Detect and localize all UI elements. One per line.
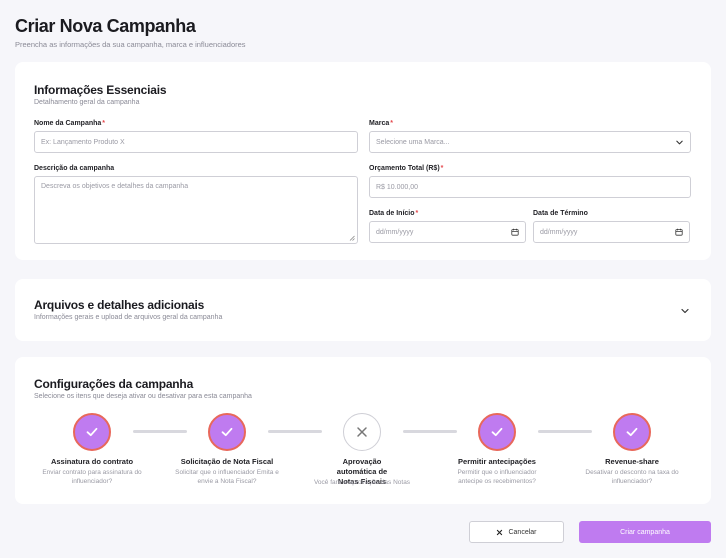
step-connector: [538, 430, 592, 433]
budget-label-text: Orçamento Total (R$): [369, 165, 440, 172]
essentials-title: Informações Essenciais: [34, 83, 167, 97]
start-date-label: Data de Início*: [369, 210, 418, 217]
step-toggle-invoice-request[interactable]: [208, 413, 246, 451]
chevron-down-icon[interactable]: [680, 303, 690, 321]
config-subtitle: Selecione os itens que deseja ativar ou …: [34, 393, 252, 400]
step-connector: [268, 430, 322, 433]
budget-label: Orçamento Total (R$)*: [369, 165, 443, 172]
step-toggle-revenue-share[interactable]: [613, 413, 651, 451]
step-connector: [133, 430, 187, 433]
step-connector: [403, 430, 457, 433]
calendar-icon[interactable]: [511, 228, 519, 236]
end-date-placeholder: dd/mm/yyyy: [540, 228, 578, 236]
step-toggle-advances[interactable]: [478, 413, 516, 451]
required-mark: *: [390, 120, 393, 127]
check-icon: [491, 427, 503, 437]
essentials-card: Informações Essenciais Detalhamento gera…: [15, 62, 711, 260]
files-subtitle: Informações gerais e upload de arquivos …: [34, 314, 223, 321]
end-date-label: Data de Término: [533, 210, 588, 217]
files-title: Arquivos e detalhes adicionais: [34, 298, 205, 312]
page-title: Criar Nova Campanha: [15, 16, 196, 36]
check-icon: [221, 427, 233, 437]
step-desc-revenue-share: Desativar o desconto na taxa do influenc…: [585, 469, 679, 485]
step-title-advances: Permitir antecipações: [458, 457, 536, 466]
x-icon: [497, 529, 503, 535]
step-desc-contract: Enviar contrato para assinatura do influ…: [42, 469, 142, 485]
step-desc-invoice-request: Solicitar que o influenciador Emita e en…: [175, 469, 279, 485]
page-header: Criar Nova Campanha Preencha as informaç…: [15, 16, 246, 49]
start-date-label-text: Data de Início: [369, 210, 415, 217]
files-card[interactable]: Arquivos e detalhes adicionais Informaçõ…: [15, 279, 711, 341]
essentials-subtitle: Detalhamento geral da campanha: [34, 99, 140, 106]
step-title-invoice-request: Solicitação de Nota Fiscal: [180, 457, 274, 466]
create-campaign-button[interactable]: Criar campanha: [579, 521, 711, 543]
check-icon: [86, 427, 98, 437]
campaign-name-label: Nome da Campanha*: [34, 120, 105, 127]
step-title-contract: Assinatura do contrato: [50, 457, 134, 466]
step-desc-advances: Permitir que o influenciador antecipe os…: [457, 469, 537, 485]
config-card: Configurações da campanha Selecione os i…: [15, 357, 711, 504]
resize-grip-icon[interactable]: [349, 235, 355, 241]
create-campaign-button-label: Criar campanha: [620, 528, 670, 536]
budget-input[interactable]: R$ 10.000,00: [369, 176, 691, 198]
description-label-text: Descrição da campanha: [34, 165, 115, 172]
required-mark: *: [415, 210, 419, 217]
description-placeholder: Descreva os objetivos e detalhes da camp…: [41, 183, 189, 190]
config-header: Configurações da campanha Selecione os i…: [34, 377, 252, 400]
calendar-icon[interactable]: [675, 228, 683, 236]
page-subtitle: Preencha as informações da sua campanha,…: [15, 40, 246, 49]
config-steps: Assinatura do contrato Enviar contrato p…: [15, 413, 711, 503]
budget-placeholder: R$ 10.000,00: [376, 183, 419, 191]
description-textarea[interactable]: Descreva os objetivos e detalhes da camp…: [34, 176, 358, 244]
required-mark: *: [440, 165, 444, 172]
description-label: Descrição da campanha: [34, 165, 114, 172]
step-toggle-auto-approval[interactable]: [343, 413, 381, 451]
files-header: Arquivos e detalhes adicionais Informaçõ…: [34, 298, 222, 321]
start-date-input[interactable]: dd/mm/yyyy: [369, 221, 526, 243]
cancel-button-label: Cancelar: [508, 528, 537, 536]
end-date-input[interactable]: dd/mm/yyyy: [533, 221, 690, 243]
brand-label-text: Marca: [369, 120, 390, 127]
brand-placeholder: Selecione uma Marca...: [376, 138, 450, 146]
end-date-label-text: Data de Término: [533, 210, 588, 217]
config-title: Configurações da campanha: [34, 377, 194, 391]
check-icon: [626, 427, 638, 437]
start-date-placeholder: dd/mm/yyyy: [376, 228, 414, 236]
x-icon: [357, 427, 367, 437]
required-mark: *: [102, 120, 106, 127]
step-toggle-contract[interactable]: [73, 413, 111, 451]
campaign-name-label-text: Nome da Campanha: [34, 120, 102, 127]
chevron-down-icon: [675, 138, 684, 147]
cancel-button[interactable]: Cancelar: [469, 521, 564, 543]
essentials-header: Informações Essenciais Detalhamento gera…: [34, 83, 167, 106]
brand-label: Marca*: [369, 120, 393, 127]
step-title-revenue-share: Revenue-share: [605, 457, 659, 466]
brand-select[interactable]: Selecione uma Marca...: [369, 131, 691, 153]
step-desc-auto-approval: Você fara a aprovação das Notas: [313, 479, 411, 486]
campaign-name-placeholder: Ex: Lançamento Produto X: [41, 138, 125, 146]
campaign-name-input[interactable]: Ex: Lançamento Produto X: [34, 131, 358, 153]
